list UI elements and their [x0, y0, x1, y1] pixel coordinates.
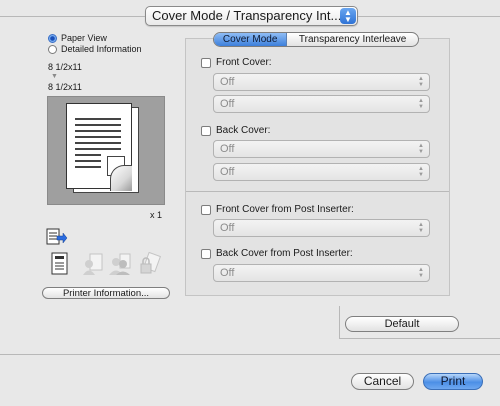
radio-button[interactable]: [48, 44, 57, 54]
updown-arrows-icon: ▲ ▼: [418, 143, 424, 155]
front-cover-post-inserter-select[interactable]: Off ▲ ▼: [213, 219, 430, 237]
printer-output-icon: [46, 228, 68, 245]
checkbox-box[interactable]: [201, 57, 211, 68]
bottom-right-divider: [339, 338, 500, 339]
tab-cover-mode[interactable]: Cover Mode: [214, 33, 288, 46]
panel-selector-popup[interactable]: Cover Mode / Transparency Int... ▲ ▼: [145, 6, 358, 26]
default-button[interactable]: Default: [345, 316, 459, 332]
checkbox-label: Back Cover from Post Inserter:: [216, 248, 353, 259]
printer-information-button[interactable]: Printer Information...: [42, 287, 170, 299]
tab-control[interactable]: Cover Mode Transparency Interleave: [213, 32, 419, 47]
front-cover-select-1[interactable]: Off ▲ ▼: [213, 73, 430, 91]
cancel-button[interactable]: Cancel: [351, 373, 414, 390]
updown-arrows-icon: ▲ ▼: [418, 222, 424, 234]
radio-label: Paper View: [61, 33, 107, 43]
updown-arrows-icon: ▲ ▼: [418, 98, 424, 110]
panel-selector-value: Cover Mode / Transparency Int...: [152, 8, 342, 23]
radio-label: Detailed Information: [61, 44, 142, 54]
updown-arrows-icon: ▲ ▼: [418, 76, 424, 88]
select-value: Off: [220, 76, 235, 88]
select-value: Off: [220, 166, 235, 178]
page-curl-shape: [110, 165, 132, 191]
front-cover-select-2[interactable]: Off ▲ ▼: [213, 95, 430, 113]
checkbox-label: Front Cover from Post Inserter:: [216, 204, 354, 215]
back-cover-post-inserter-select[interactable]: Off ▲ ▼: [213, 264, 430, 282]
select-value: Off: [220, 143, 235, 155]
original-paper-size: 8 1/2x11: [48, 62, 82, 72]
vertical-divider: [339, 306, 340, 338]
checkbox-box[interactable]: [201, 125, 211, 136]
select-value: Off: [220, 98, 235, 110]
updown-arrows-icon: ▲ ▼: [418, 166, 424, 178]
paper-preview: [47, 96, 165, 205]
user-document-icon: [83, 253, 103, 275]
group-divider: [186, 191, 449, 192]
back-cover-post-inserter-checkbox[interactable]: Back Cover from Post Inserter:: [201, 248, 353, 259]
front-cover-post-inserter-checkbox[interactable]: Front Cover from Post Inserter:: [201, 204, 354, 215]
down-triangle-icon: ▼: [51, 73, 58, 80]
back-cover-select-2[interactable]: Off ▲ ▼: [213, 163, 430, 181]
print-button[interactable]: Print: [423, 373, 483, 390]
select-value: Off: [220, 267, 235, 279]
radio-detailed-information[interactable]: Detailed Information: [48, 43, 142, 55]
output-paper-size: 8 1/2x11: [48, 82, 82, 92]
document-icon: [51, 252, 68, 275]
front-cover-checkbox[interactable]: Front Cover:: [201, 57, 272, 68]
back-cover-checkbox[interactable]: Back Cover:: [201, 125, 270, 136]
back-cover-select-1[interactable]: Off ▲ ▼: [213, 140, 430, 158]
user-group-icon: [109, 253, 131, 275]
top-divider: [0, 16, 145, 17]
secure-document-icon: [140, 252, 162, 274]
updown-arrows-icon: ▲ ▼: [340, 8, 356, 24]
checkbox-label: Back Cover:: [216, 125, 271, 136]
footer-divider: [0, 354, 500, 355]
checkbox-box[interactable]: [201, 248, 211, 259]
select-value: Off: [220, 222, 235, 234]
radio-button-selected[interactable]: [48, 33, 57, 43]
copies-count: x 1: [150, 210, 163, 220]
checkbox-box[interactable]: [201, 204, 211, 215]
top-divider-right: [358, 16, 500, 17]
checkbox-label: Front Cover:: [216, 57, 272, 68]
tab-transparency-interleave[interactable]: Transparency Interleave: [287, 33, 418, 46]
updown-arrows-icon: ▲ ▼: [418, 267, 424, 279]
